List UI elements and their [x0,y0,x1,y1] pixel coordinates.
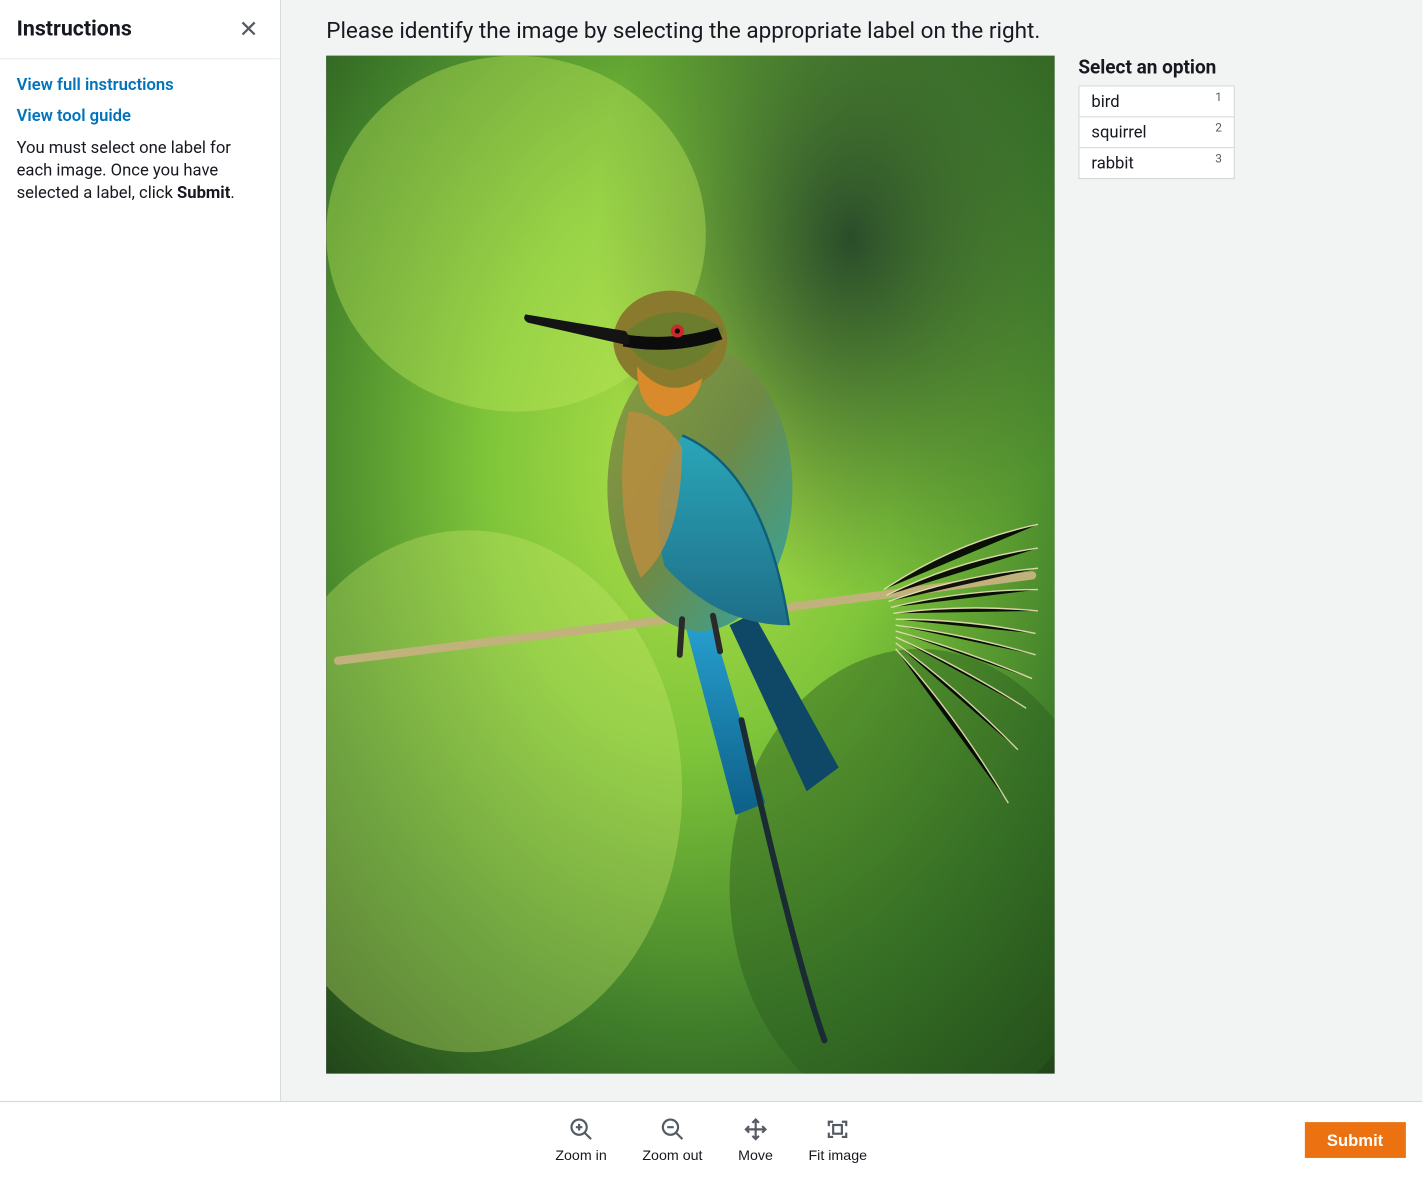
fit-image-icon [825,1116,851,1142]
zoom-in-button[interactable]: Zoom in [555,1116,606,1163]
zoom-out-icon [659,1116,685,1142]
task-image [326,56,1054,1074]
move-icon [742,1116,768,1142]
move-button[interactable]: Move [738,1116,773,1163]
instructions-sidebar: Instructions ✕ View full instructions Vi… [0,0,281,1101]
option-list: bird 1 squirrel 2 rabbit 3 [1078,85,1235,179]
task-header: Please identify the image by selecting t… [281,0,1422,56]
option-rabbit[interactable]: rabbit 3 [1078,148,1235,179]
option-label: squirrel [1091,123,1146,142]
close-icon: ✕ [239,16,259,42]
options-title: Select an option [1078,56,1235,79]
fit-image-button[interactable]: Fit image [808,1116,867,1163]
option-hotkey: 3 [1215,153,1222,166]
view-tool-guide-link[interactable]: View tool guide [17,107,264,126]
option-bird[interactable]: bird 1 [1078,87,1235,118]
option-hotkey: 1 [1215,91,1222,104]
close-instructions-button[interactable]: ✕ [234,17,263,41]
view-full-instructions-link[interactable]: View full instructions [17,76,264,95]
option-squirrel[interactable]: squirrel 2 [1078,117,1235,148]
instructions-title: Instructions [17,17,132,42]
submit-button[interactable]: Submit [1304,1122,1405,1158]
instruction-text: You must select one label for each image… [0,138,280,205]
zoom-out-button[interactable]: Zoom out [642,1116,702,1163]
option-label: rabbit [1091,154,1133,173]
option-label: bird [1091,92,1119,111]
task-image-pane[interactable] [326,56,1054,1074]
bottom-toolbar: Zoom in Zoom out Move Fit image Submit [0,1101,1422,1177]
option-hotkey: 2 [1215,122,1222,135]
zoom-in-icon [568,1116,594,1142]
